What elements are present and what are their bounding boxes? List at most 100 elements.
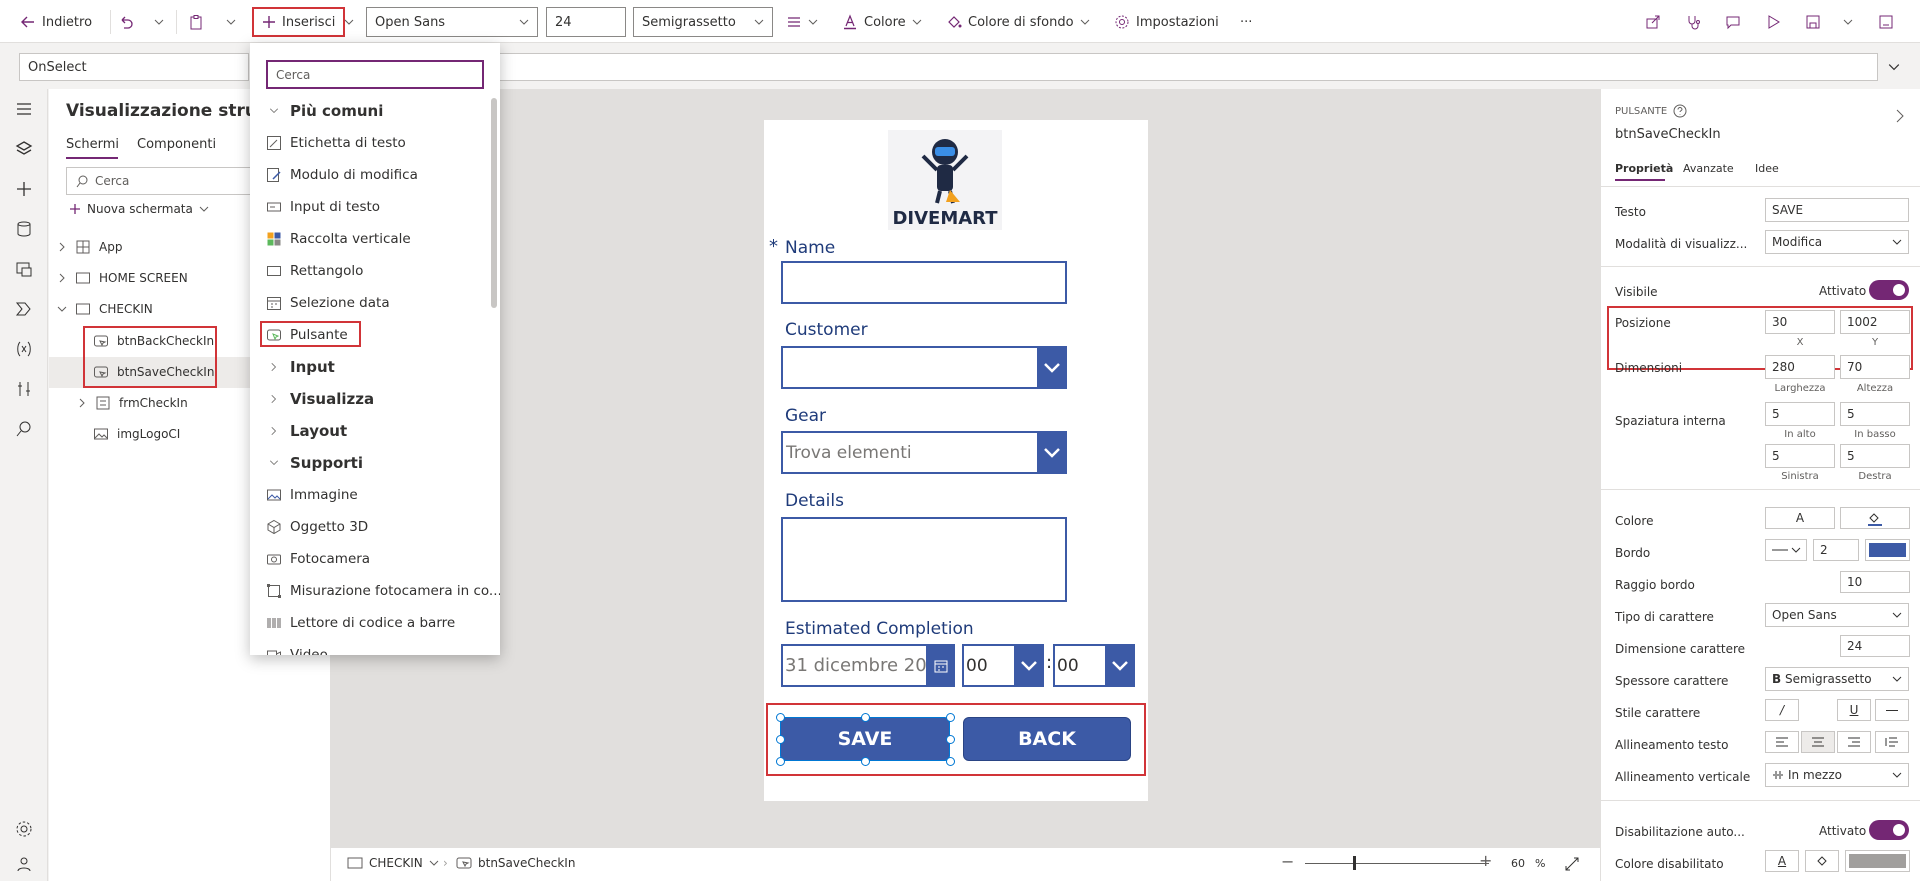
calendar-button[interactable] <box>926 644 955 687</box>
undo-dropdown[interactable] <box>154 8 164 36</box>
menu-item-camera[interactable]: Fotocamera <box>250 543 488 575</box>
align-right-button[interactable] <box>1837 731 1871 753</box>
disabled-border-picker[interactable] <box>1845 850 1910 872</box>
menu-scrollbar[interactable] <box>491 98 497 308</box>
zoom-slider-track[interactable] <box>1305 863 1489 864</box>
resize-handle[interactable] <box>946 735 955 744</box>
plus-icon[interactable] <box>14 179 34 199</box>
font-select[interactable]: Open Sans <box>366 7 538 37</box>
menu-category-media[interactable]: Supporti <box>250 447 488 479</box>
position-x-input[interactable]: 30 <box>1765 310 1835 334</box>
tree-item-checkin[interactable]: CHECKIN <box>57 294 153 324</box>
screen-breadcrumb[interactable]: CHECKIN <box>347 856 439 870</box>
hamburger-icon[interactable] <box>14 99 34 119</box>
layers-icon[interactable] <box>14 139 34 159</box>
more-button[interactable]: ··· <box>1240 8 1252 36</box>
align-center-button[interactable] <box>1801 731 1835 753</box>
logo-image[interactable]: DIVEMART <box>888 130 1002 230</box>
media-icon[interactable] <box>14 259 34 279</box>
strikethrough-button[interactable]: — <box>1875 699 1909 721</box>
customer-dropdown-button[interactable] <box>1037 346 1067 389</box>
resize-handle[interactable] <box>946 757 955 766</box>
position-y-input[interactable]: 1002 <box>1840 310 1910 334</box>
tab-components[interactable]: Componenti <box>137 137 216 152</box>
menu-item-rectangle[interactable]: Rettangolo <box>250 255 488 287</box>
menu-item-image[interactable]: Immagine <box>250 479 488 511</box>
border-radius-input[interactable]: 10 <box>1840 571 1910 593</box>
padding-top-input[interactable]: 5 <box>1765 402 1835 426</box>
disabled-color-picker[interactable]: A <box>1765 850 1799 872</box>
settings-icon[interactable] <box>14 819 34 839</box>
save-dropdown[interactable] <box>1843 8 1853 36</box>
menu-item-text-label[interactable]: Etichetta di testo <box>250 127 488 159</box>
paste-button[interactable] <box>188 8 204 36</box>
height-input[interactable]: 70 <box>1840 355 1910 379</box>
menu-item-video[interactable]: Video <box>250 639 488 655</box>
share-button[interactable] <box>1645 8 1661 36</box>
chevron-right-icon[interactable] <box>1895 109 1905 123</box>
resize-handle[interactable] <box>861 713 870 722</box>
font-weight-select[interactable]: Semigrassetto <box>633 7 773 37</box>
menu-item-barcode-reader[interactable]: Lettore di codice a barre <box>250 607 488 639</box>
hour-dropdown-button[interactable] <box>1014 644 1044 687</box>
vertical-align-select[interactable]: In mezzo <box>1765 763 1909 787</box>
back-app-button[interactable]: BACK <box>963 717 1131 761</box>
settings-button[interactable]: Impostazioni <box>1114 8 1219 36</box>
resize-handle[interactable] <box>861 757 870 766</box>
border-color-picker[interactable] <box>1865 539 1910 561</box>
search-icon[interactable] <box>14 419 34 439</box>
disabled-fill-picker[interactable] <box>1805 850 1839 872</box>
customer-combobox[interactable] <box>781 346 1067 389</box>
resize-handle[interactable] <box>946 713 955 722</box>
italic-button[interactable]: / <box>1765 699 1799 721</box>
property-select[interactable]: OnSelect <box>19 53 249 81</box>
tree-item-btn-save[interactable]: btnSaveCheckIn <box>93 357 214 387</box>
menu-item-edit-form[interactable]: Modulo di modifica <box>250 159 488 191</box>
padding-bottom-input[interactable]: 5 <box>1840 402 1910 426</box>
align-left-button[interactable] <box>1765 731 1799 753</box>
zoom-in-button[interactable]: + <box>1479 851 1492 870</box>
tab-screens[interactable]: Schermi <box>66 137 119 152</box>
border-thickness-input[interactable]: 2 <box>1813 539 1859 561</box>
tree-item-frm-checkin[interactable]: frmCheckIn <box>77 388 188 418</box>
fill-color-picker[interactable] <box>1840 507 1910 529</box>
gear-combobox[interactable]: Trova elementi <box>781 431 1067 474</box>
help-icon[interactable] <box>1673 104 1687 118</box>
virtual-agent-icon[interactable] <box>14 854 34 874</box>
tab-properties[interactable]: Proprietà <box>1615 162 1673 175</box>
underline-button[interactable]: U <box>1837 699 1871 721</box>
text-align-button[interactable] <box>786 8 818 36</box>
insert-search-input[interactable]: Cerca <box>266 60 484 89</box>
back-button[interactable]: Indietro <box>20 8 92 36</box>
insert-button[interactable]: Inserisci <box>252 7 346 37</box>
database-icon[interactable] <box>14 219 34 239</box>
text-property-input[interactable]: SAVE <box>1765 198 1909 222</box>
font-weight-prop-select[interactable]: B Semigrassetto <box>1765 667 1909 691</box>
preview-button[interactable] <box>1765 8 1781 36</box>
fit-to-window-icon[interactable] <box>1565 857 1579 871</box>
new-screen-button[interactable]: Nuova schermata <box>69 202 209 216</box>
menu-item-vertical-gallery[interactable]: Raccolta verticale <box>250 223 488 255</box>
menu-category-input[interactable]: Input <box>250 351 488 383</box>
resize-handle[interactable] <box>776 757 785 766</box>
tree-item-img-logo[interactable]: imgLogoCI <box>93 419 180 449</box>
minute-dropdown-button[interactable] <box>1105 644 1135 687</box>
menu-item-measuring-camera[interactable]: Misurazione fotocamera in co... <box>250 575 500 607</box>
menu-category-display[interactable]: Visualizza <box>250 383 488 415</box>
menu-item-3d-object[interactable]: Oggetto 3D <box>250 511 488 543</box>
auto-disable-toggle[interactable] <box>1869 820 1909 840</box>
menu-item-text-input[interactable]: Input di testo <box>250 191 488 223</box>
resize-handle[interactable] <box>776 735 785 744</box>
visible-toggle[interactable] <box>1869 280 1909 300</box>
align-justify-button[interactable] <box>1875 731 1909 753</box>
width-input[interactable]: 280 <box>1765 355 1835 379</box>
tools-icon[interactable] <box>14 379 34 399</box>
color-button[interactable]: Colore <box>842 8 922 36</box>
variables-icon[interactable] <box>14 339 34 359</box>
font-family-select[interactable]: Open Sans <box>1765 603 1909 627</box>
undo-button[interactable] <box>118 8 134 36</box>
app-screen-checkin[interactable]: DIVEMART * Name Customer Gear Trova elem… <box>764 120 1148 801</box>
power-automate-icon[interactable] <box>14 299 34 319</box>
zoom-slider-thumb[interactable] <box>1353 856 1356 870</box>
tab-ideas[interactable]: Idee <box>1755 162 1779 175</box>
